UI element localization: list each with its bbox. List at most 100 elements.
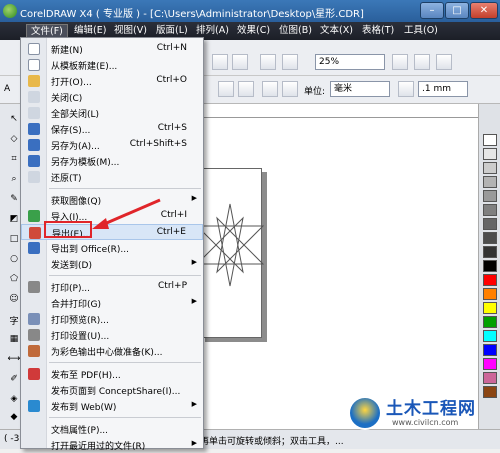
menu-item-export-to-office[interactable]: 导出到 Office(R)...	[21, 240, 203, 256]
swatch-magenta[interactable]	[483, 358, 497, 370]
swatch-green[interactable]	[483, 316, 497, 328]
unit-select[interactable]: 毫米	[330, 81, 390, 97]
status-hint: 再单击可旋转或倾斜；双击工具，...	[200, 437, 344, 447]
portrait-icon[interactable]	[218, 81, 234, 97]
close-all-icon	[28, 107, 40, 119]
landscape-icon[interactable]	[238, 81, 254, 97]
menu-separator	[49, 275, 201, 276]
menu-item-print[interactable]: 打印(P)... Ctrl+P	[21, 279, 203, 295]
options-icon[interactable]	[436, 54, 452, 70]
submenu-arrow-icon: ▶	[191, 258, 197, 266]
menu-item-label: 关闭(C)	[51, 94, 83, 104]
menu-item-label: 发布到 Web(W)	[51, 403, 117, 413]
swatch-blue[interactable]	[483, 344, 497, 356]
export-highlight-box	[44, 221, 92, 238]
swatch-pink[interactable]	[483, 372, 497, 384]
menu-edit[interactable]: 编辑(E)	[70, 24, 110, 38]
undo-icon[interactable]	[212, 54, 228, 70]
menu-item-shortcut: Ctrl+O	[156, 75, 187, 85]
swatch-gray-20[interactable]	[483, 162, 497, 174]
swatch-gray-60[interactable]	[483, 218, 497, 230]
save-template-icon	[28, 155, 40, 167]
watermark-brand: 土木工程网	[386, 399, 476, 419]
menu-item-new[interactable]: 新建(N) Ctrl+N	[21, 41, 203, 57]
menu-item-save-as[interactable]: 另存为(A)... Ctrl+Shift+S	[21, 137, 203, 153]
menu-item-new-from-template[interactable]: 从模板新建(E)...	[21, 57, 203, 73]
annotation-arrow-icon	[92, 198, 161, 229]
menu-item-send-to[interactable]: 发送到(D) ▶	[21, 256, 203, 272]
menu-item-label: 打印设置(U)...	[51, 332, 110, 342]
menu-item-close[interactable]: 关闭(C)	[21, 89, 203, 105]
close-button[interactable]: ✕	[470, 2, 498, 19]
restore-button[interactable]: □	[445, 2, 469, 19]
snap-icon[interactable]	[414, 54, 430, 70]
menu-item-print-merge[interactable]: 合并打印(G) ▶	[21, 295, 203, 311]
menu-item-revert[interactable]: 还原(T)	[21, 169, 203, 185]
menu-view[interactable]: 视图(V)	[110, 24, 151, 38]
all-pages-icon[interactable]	[262, 81, 278, 97]
menu-item-label: 打印预览(R)...	[51, 316, 109, 326]
menu-item-save[interactable]: 保存(S)... Ctrl+S	[21, 121, 203, 137]
menu-item-close-all[interactable]: 全部关闭(L)	[21, 105, 203, 121]
save-as-icon	[28, 139, 40, 151]
menu-tools[interactable]: 工具(O)	[400, 24, 442, 38]
menu-item-label: 打开(O)...	[51, 78, 92, 88]
save-icon	[28, 123, 40, 135]
swatch-gray-30[interactable]	[483, 176, 497, 188]
export-icon	[29, 227, 41, 239]
minimize-button[interactable]: –	[420, 2, 444, 19]
menu-item-open[interactable]: 打开(O)... Ctrl+O	[21, 73, 203, 89]
revert-icon	[28, 171, 40, 183]
redo-icon[interactable]	[232, 54, 248, 70]
menu-item-open-recent[interactable]: 打开最近用过的文件(R) ▶	[21, 437, 203, 453]
menu-item-publish-pdf[interactable]: 发布至 PDF(H)...	[21, 366, 203, 382]
swatch-white[interactable]	[483, 134, 497, 146]
swatch-yellow[interactable]	[483, 302, 497, 314]
menu-arrange[interactable]: 排列(A)	[192, 24, 233, 38]
submenu-arrow-icon: ▶	[191, 194, 197, 202]
menu-item-label: 还原(T)	[51, 174, 82, 184]
menu-bitmaps[interactable]: 位图(B)	[275, 24, 316, 38]
swatch-orange[interactable]	[483, 288, 497, 300]
nudge-distance-input[interactable]: .1 mm	[418, 81, 468, 97]
menu-item-label: 为彩色输出中心做准备(K)...	[51, 348, 163, 358]
menu-item-prepare-for-service-bureau[interactable]: 为彩色输出中心做准备(K)...	[21, 343, 203, 359]
menu-item-shortcut: Ctrl+I	[160, 210, 187, 220]
menu-item-shortcut: Ctrl+N	[156, 43, 187, 53]
menu-item-label: 全部关闭(L)	[51, 110, 100, 120]
zoom-level-select[interactable]: 25%	[315, 54, 385, 70]
menu-item-save-as-template[interactable]: 另存为模板(M)...	[21, 153, 203, 169]
menu-item-document-properties[interactable]: 文档属性(P)...	[21, 421, 203, 437]
menu-item-print-preview[interactable]: 打印预览(R)...	[21, 311, 203, 327]
menu-item-label: 另存为(A)...	[51, 142, 100, 152]
web-icon	[28, 400, 40, 412]
swatch-cyan[interactable]	[483, 330, 497, 342]
submenu-arrow-icon: ▶	[191, 400, 197, 408]
unit-label: 单位:	[304, 87, 326, 97]
swatch-gray-50[interactable]	[483, 204, 497, 216]
menu-text[interactable]: 文本(X)	[316, 24, 357, 38]
zoom-icon[interactable]	[392, 54, 408, 70]
prepare-output-icon	[28, 345, 40, 357]
swatch-black[interactable]	[483, 260, 497, 272]
menu-item-print-setup[interactable]: 打印设置(U)...	[21, 327, 203, 343]
menu-effects[interactable]: 效果(C)	[233, 24, 274, 38]
swatch-gray-80[interactable]	[483, 246, 497, 258]
swatch-gray-10[interactable]	[483, 148, 497, 160]
menu-item-publish-web[interactable]: 发布到 Web(W) ▶	[21, 398, 203, 414]
menu-layout[interactable]: 版面(L)	[152, 24, 192, 38]
swatch-red[interactable]	[483, 274, 497, 286]
import-toolbar-icon[interactable]	[260, 54, 276, 70]
title-bar: CorelDRAW X4 ( 专业版 ) - [C:\Users\Adminis…	[0, 0, 500, 22]
swatch-gray-40[interactable]	[483, 190, 497, 202]
template-icon	[28, 59, 40, 71]
menu-file[interactable]: 文件(F)	[26, 24, 68, 38]
current-page-icon[interactable]	[282, 81, 298, 97]
watermark: 土木工程网 www.civilcn.com	[348, 394, 498, 434]
import-icon	[28, 210, 40, 222]
nudge-icon	[398, 81, 414, 97]
swatch-gray-70[interactable]	[483, 232, 497, 244]
menu-table[interactable]: 表格(T)	[358, 24, 398, 38]
export-toolbar-icon[interactable]	[282, 54, 298, 70]
menu-item-publish-conceptshare[interactable]: 发布页面到 ConceptShare(I)...	[21, 382, 203, 398]
